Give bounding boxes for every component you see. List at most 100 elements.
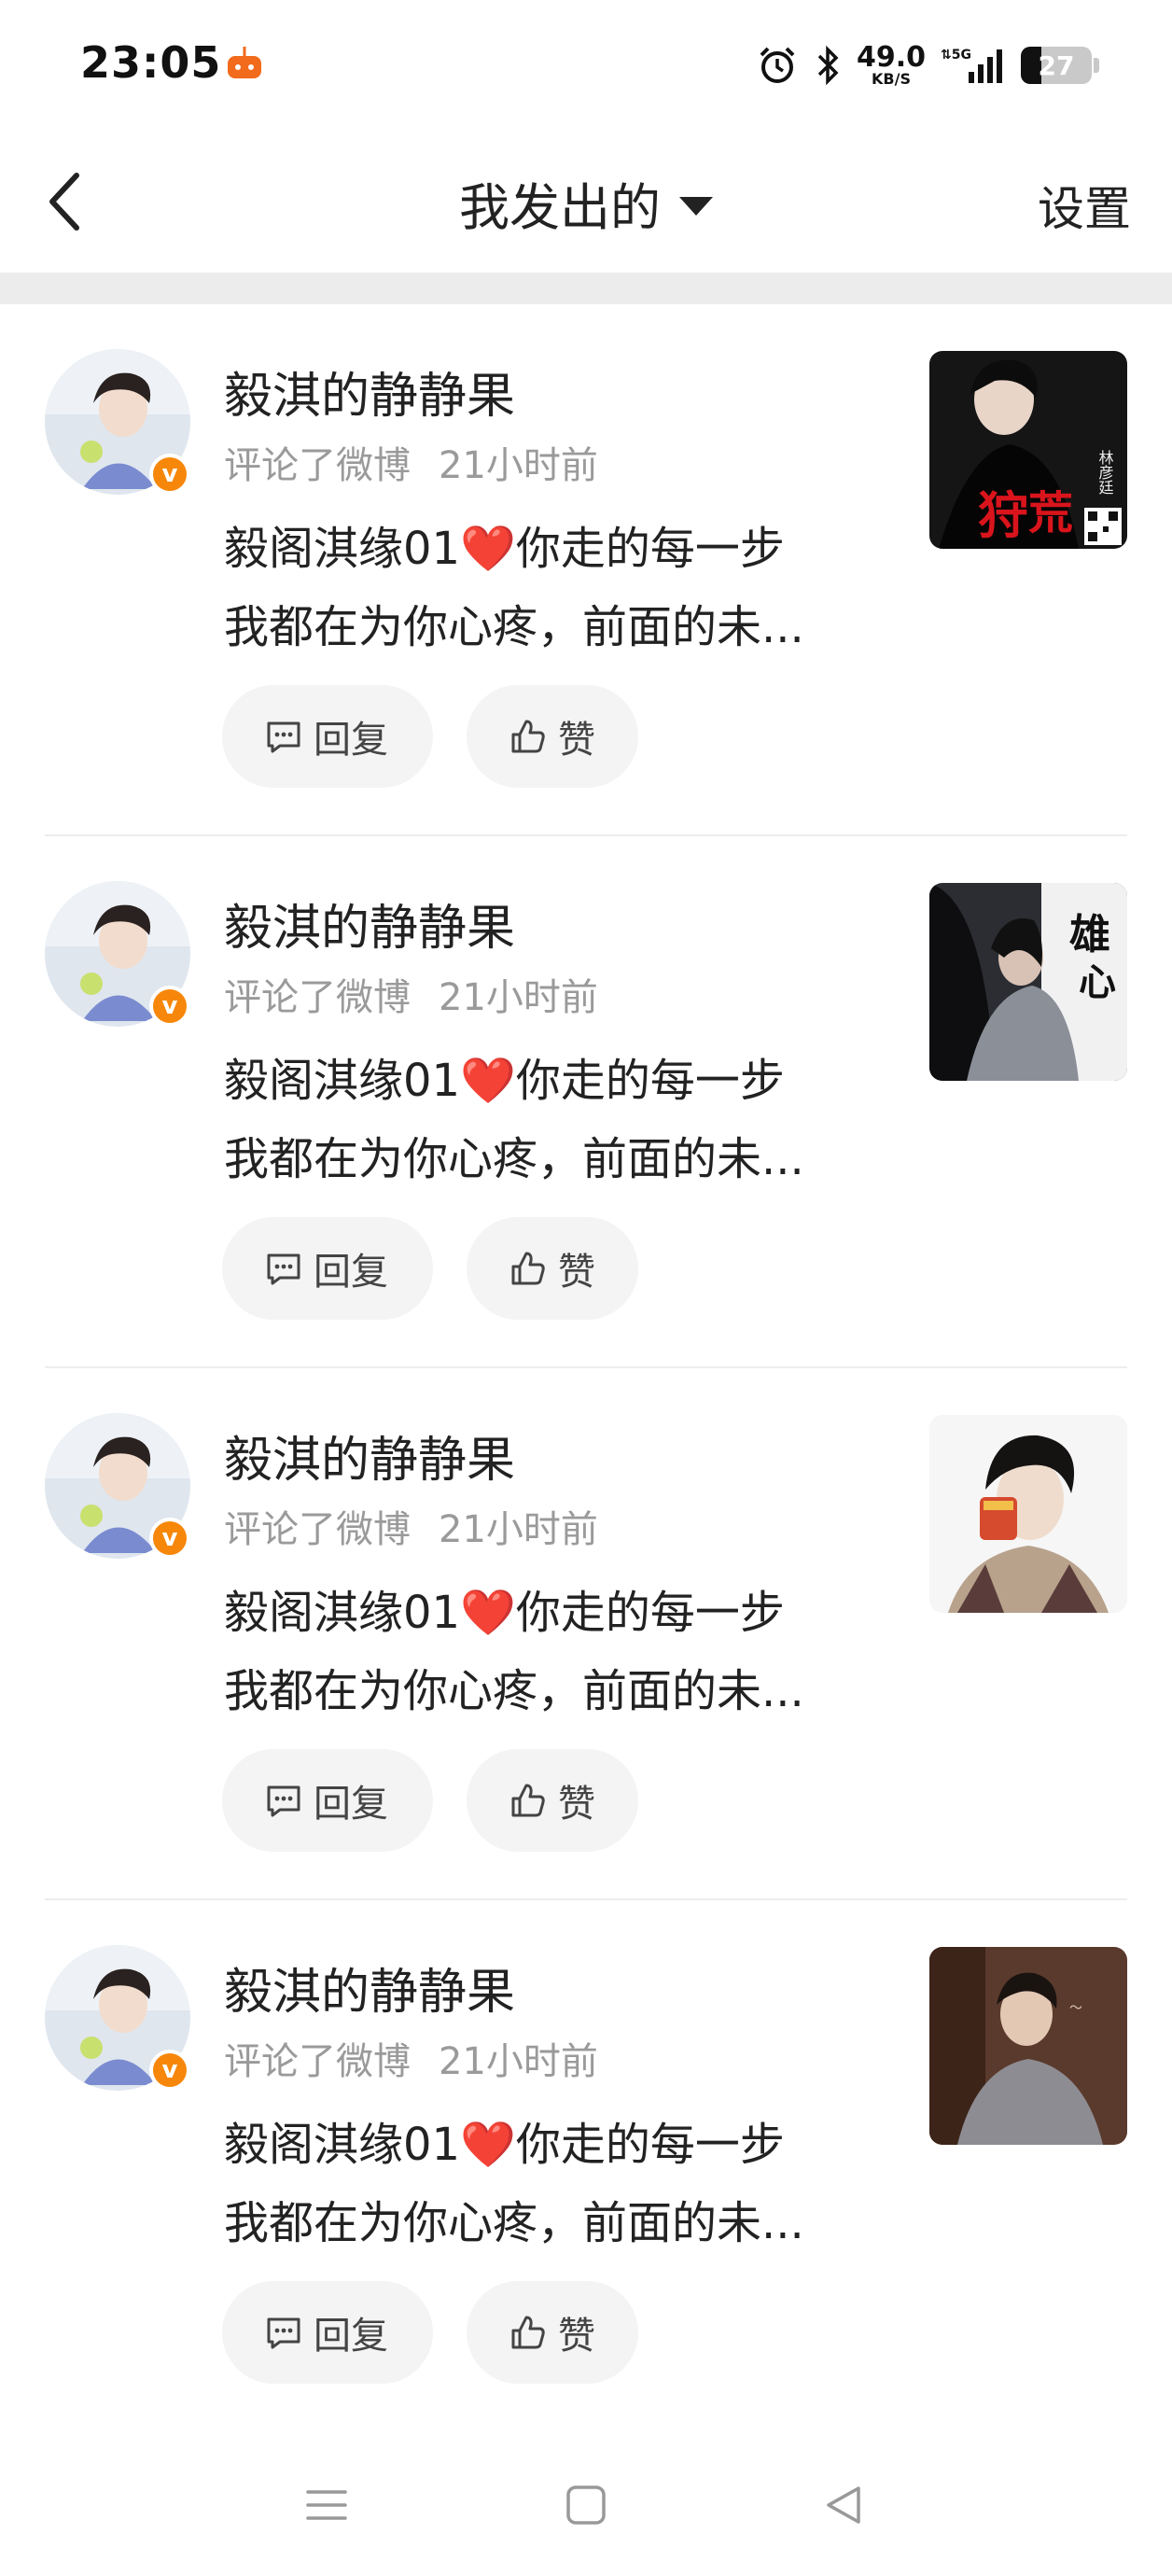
comment-bubble-icon [267, 1785, 300, 1817]
comment-text[interactable]: 毅阁淇缘01❤️你走的每一步 我都在为你心疼，前面的未... [224, 1574, 868, 1730]
alarm-icon [760, 47, 795, 83]
reply-button[interactable]: 回复 [222, 1749, 433, 1852]
verified-badge-icon: v [149, 1518, 190, 1559]
like-button[interactable]: 赞 [467, 2281, 638, 2384]
like-label: 赞 [558, 1783, 595, 1826]
like-button[interactable]: 赞 [467, 685, 638, 788]
back-triangle-icon[interactable] [821, 2483, 866, 2527]
heart-emoji-icon: ❤️ [460, 523, 516, 575]
reply-button[interactable]: 回复 [222, 685, 433, 788]
feed-item[interactable]: v 毅淇的静静果 评论了微博 21小时前 毅阁淇缘01❤️你走的每一步 我都在为… [0, 304, 1172, 836]
caret-down-icon[interactable] [679, 196, 713, 216]
comment-line1-pre: 毅阁淇缘01 [224, 1587, 461, 1639]
home-icon[interactable] [564, 2483, 608, 2527]
username[interactable]: 毅淇的静静果 [224, 889, 515, 959]
comment-line1-post: 你走的每一步 [515, 2119, 785, 2171]
thumb-title-char: 雄 [1069, 911, 1110, 959]
username[interactable]: 毅淇的静静果 [224, 1421, 515, 1491]
username[interactable]: 毅淇的静静果 [224, 1953, 515, 2023]
weibo-thumbnail[interactable]: 狩 荒 林彦廷 [929, 351, 1127, 549]
action-text: 评论了微博 [224, 976, 411, 1019]
net-speed: 49.0 KB/S [857, 44, 926, 87]
heart-emoji-icon: ❤️ [460, 1055, 516, 1107]
comment-meta: 评论了微博 21小时前 [224, 435, 598, 489]
comment-meta: 评论了微博 21小时前 [224, 2031, 598, 2085]
status-icons: 49.0 KB/S ⇅5G 27 [756, 37, 1099, 93]
thumbs-up-icon [511, 1784, 545, 1817]
comment-bubble-icon [267, 721, 300, 753]
avatar[interactable]: v [45, 881, 190, 1027]
net-speed-value: 49.0 [856, 41, 926, 74]
settings-button[interactable]: 设置 [1038, 172, 1131, 239]
action-text: 评论了微博 [224, 1508, 411, 1551]
like-label: 赞 [558, 719, 595, 762]
verified-badge-icon: v [149, 2050, 190, 2091]
comment-text[interactable]: 毅阁淇缘01❤️你走的每一步 我都在为你心疼，前面的未... [224, 2106, 868, 2262]
signal-icon: ⇅5G [941, 48, 1002, 83]
reply-label: 回复 [314, 1251, 388, 1294]
like-button[interactable]: 赞 [467, 1217, 638, 1320]
thumb-credit: 林彦廷 [1096, 450, 1114, 495]
reply-label: 回复 [314, 1783, 388, 1826]
action-row: 回复 赞 [222, 685, 638, 788]
like-label: 赞 [558, 1251, 595, 1294]
like-label: 赞 [558, 2315, 595, 2358]
heart-emoji-icon: ❤️ [460, 1587, 516, 1639]
svg-text:～: ～ [1069, 2001, 1082, 2016]
timestamp: 21小时前 [439, 444, 598, 487]
comment-line1-post: 你走的每一步 [515, 1055, 785, 1107]
page-title[interactable]: 我发出的 [459, 166, 661, 240]
battery-level: 27 [1038, 49, 1075, 81]
avatar[interactable]: v [45, 349, 190, 495]
avatar[interactable]: v [45, 1945, 190, 2091]
thumbs-up-icon [511, 720, 545, 753]
status-bar: 23:05 49.0 KB/S ⇅5G 27 [0, 0, 1172, 131]
comment-line1-pre: 毅阁淇缘01 [224, 2119, 461, 2171]
reply-label: 回复 [314, 719, 388, 762]
nav-header: 我发出的 设置 [0, 131, 1172, 271]
header-divider [0, 273, 1172, 304]
action-text: 评论了微博 [224, 444, 411, 487]
weibo-thumbnail[interactable]: 雄 心 [929, 883, 1127, 1081]
username[interactable]: 毅淇的静静果 [224, 357, 515, 427]
verified-badge-icon: v [149, 986, 190, 1027]
timestamp: 21小时前 [439, 1508, 598, 1551]
thumb-title-char: 心 [1079, 961, 1116, 1004]
title-dropdown[interactable]: 我发出的 [0, 166, 1172, 240]
svg-text:⇅5G: ⇅5G [941, 48, 971, 63]
verified-badge-icon: v [149, 454, 190, 495]
battery-icon: 27 [1021, 47, 1099, 84]
action-row: 回复 赞 [222, 2281, 638, 2384]
reply-button[interactable]: 回复 [222, 1217, 433, 1320]
comment-text[interactable]: 毅阁淇缘01❤️你走的每一步 我都在为你心疼，前面的未... [224, 510, 868, 666]
system-nav-bar [0, 2445, 1172, 2576]
app-notification-icon [228, 47, 261, 78]
comment-text[interactable]: 毅阁淇缘01❤️你走的每一步 我都在为你心疼，前面的未... [224, 1042, 868, 1198]
comment-line1-pre: 毅阁淇缘01 [224, 523, 461, 575]
timestamp: 21小时前 [439, 2040, 598, 2083]
reply-label: 回复 [314, 2315, 388, 2358]
comment-line1-pre: 毅阁淇缘01 [224, 1055, 461, 1107]
comment-bubble-icon [267, 2317, 300, 2349]
like-button[interactable]: 赞 [467, 1749, 638, 1852]
net-speed-unit: KB/S [872, 70, 911, 88]
reply-button[interactable]: 回复 [222, 2281, 433, 2384]
comment-meta: 评论了微博 21小时前 [224, 1499, 598, 1553]
timestamp: 21小时前 [439, 976, 598, 1019]
heart-emoji-icon: ❤️ [460, 2119, 516, 2171]
feed-item[interactable]: v 毅淇的静静果 评论了微博 21小时前 毅阁淇缘01❤️你走的每一步 我都在为… [0, 836, 1172, 1368]
action-row: 回复 赞 [222, 1749, 638, 1852]
weibo-thumbnail[interactable] [929, 1415, 1127, 1613]
feed-item[interactable]: v 毅淇的静静果 评论了微博 21小时前 毅阁淇缘01❤️你走的每一步 我都在为… [0, 1900, 1172, 2432]
menu-icon[interactable] [304, 2483, 349, 2527]
weibo-thumbnail[interactable]: ～ [929, 1947, 1127, 2145]
thumbs-up-icon [511, 1252, 545, 1285]
comment-line2: 我都在为你心疼，前面的未... [224, 1133, 804, 1185]
bluetooth-icon [817, 45, 839, 86]
action-text: 评论了微博 [224, 2040, 411, 2083]
comment-line2: 我都在为你心疼，前面的未... [224, 2197, 804, 2249]
feed-item[interactable]: v 毅淇的静静果 评论了微博 21小时前 毅阁淇缘01❤️你走的每一步 我都在为… [0, 1368, 1172, 1900]
comment-line1-post: 你走的每一步 [515, 523, 785, 575]
thumbs-up-icon [511, 2316, 545, 2349]
avatar[interactable]: v [45, 1413, 190, 1559]
